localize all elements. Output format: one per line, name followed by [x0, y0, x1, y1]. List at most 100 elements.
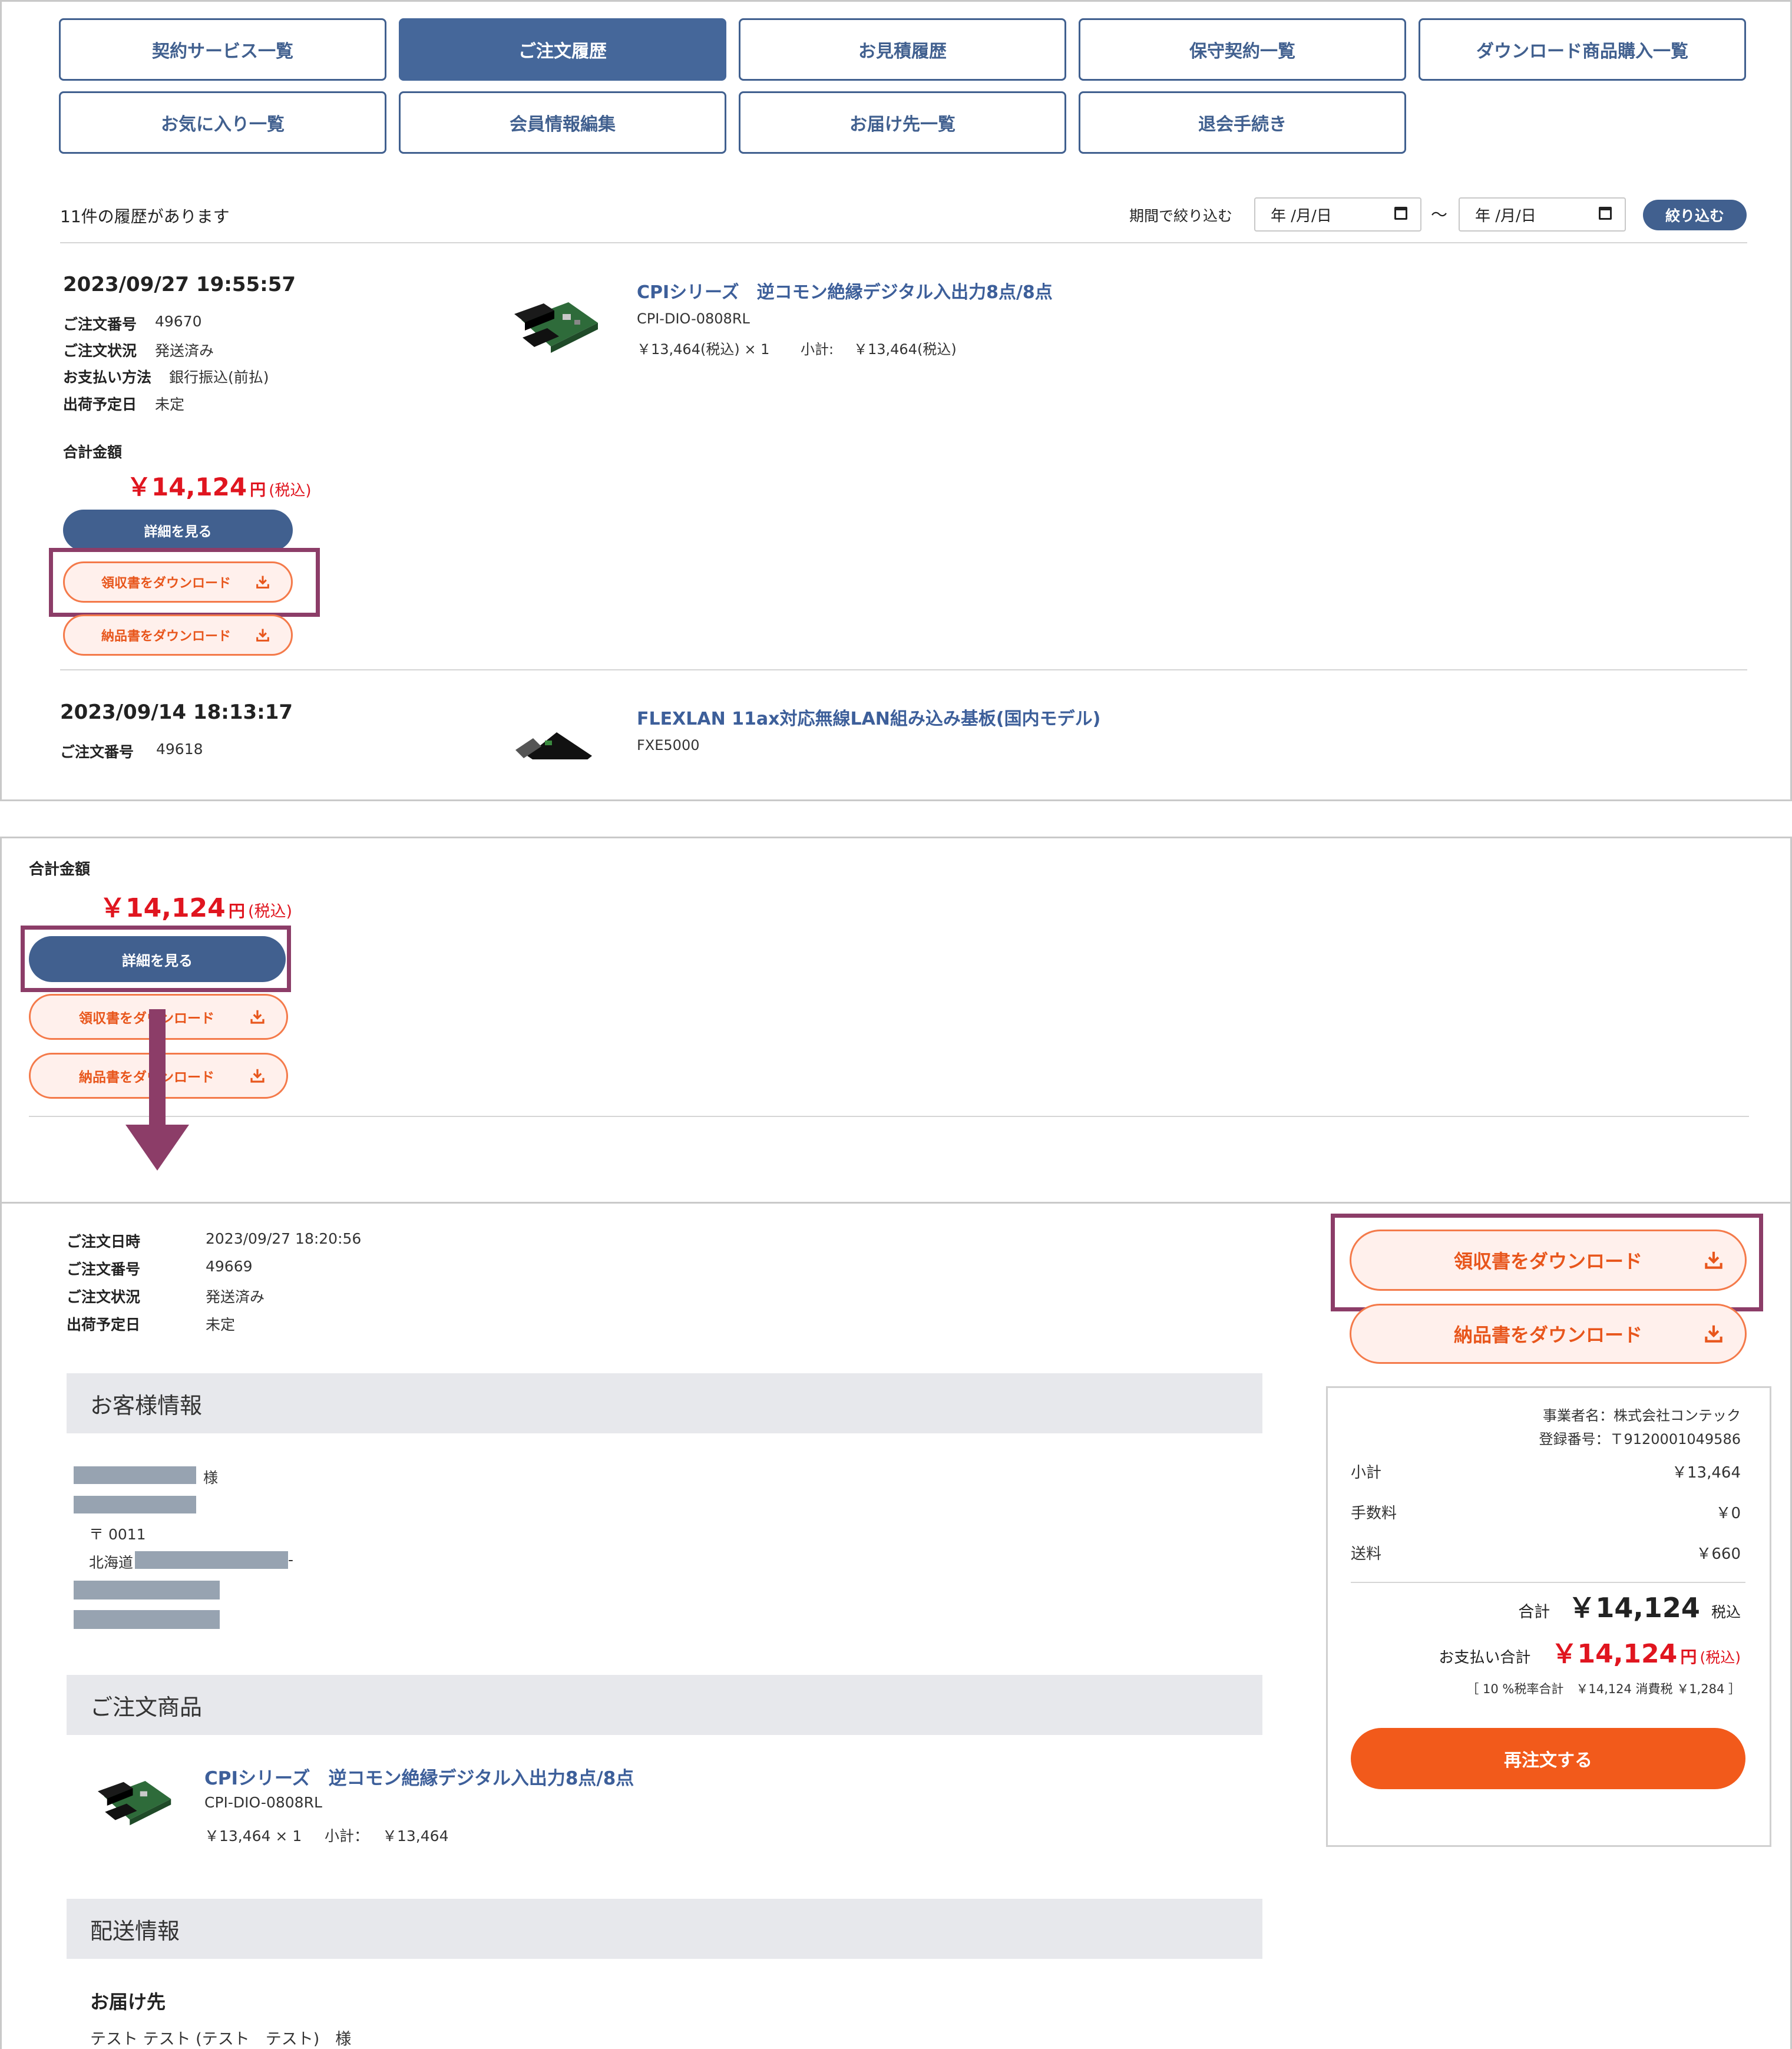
calendar-icon: [1599, 207, 1612, 220]
order-no-label: ご注文番号: [60, 743, 134, 761]
shipping-label: 送料: [1351, 1545, 1382, 1563]
divider: [1351, 1582, 1745, 1583]
order-datetime: 2023/09/27 19:55:57: [63, 273, 296, 296]
nav-order-history[interactable]: ご注文履歴: [399, 18, 726, 81]
payment-tax-included: (税込): [1700, 1649, 1741, 1666]
address-suffix: -: [288, 1551, 294, 1568]
product-code: CPI-DIO-0808RL: [204, 1794, 322, 1811]
ship-date-label: 出荷予定日: [63, 396, 137, 413]
download-icon: [256, 629, 269, 642]
payment-method-value: 銀行振込(前払): [169, 369, 269, 386]
total-amount-label: 合計金額: [29, 861, 91, 878]
history-count: 11件の履歴があります: [60, 207, 230, 226]
product-image: [98, 1781, 171, 1826]
order-status-value: 発送済み: [206, 1288, 265, 1306]
order-status-label: ご注文状況: [63, 342, 137, 359]
date-to-placeholder: 年 /月/日: [1475, 207, 1536, 225]
product-name-link[interactable]: CPIシリーズ 逆コモン絶縁デジタル入出力8点/8点: [637, 277, 1053, 303]
ordered-items-heading: ご注文商品: [67, 1675, 1262, 1735]
total-price: ￥14,124: [127, 472, 247, 501]
subtotal-label: 小計: [1351, 1464, 1382, 1482]
divider: [60, 669, 1747, 670]
subtotal-value: ￥13,464: [1672, 1464, 1741, 1482]
address-prefecture: 北海道: [89, 1554, 134, 1571]
ship-to-heading: お届け先: [90, 1991, 166, 2013]
download-icon: [250, 1010, 264, 1024]
ship-date-value: 未定: [155, 396, 185, 413]
order-status-label: ご注文状況: [67, 1288, 141, 1306]
divider: [60, 242, 1747, 243]
registration-number: 登録番号：Ｔ9120001049586: [1539, 1431, 1741, 1447]
delivery-info-heading: 配送情報: [67, 1899, 1262, 1959]
redacted-name: [74, 1466, 196, 1484]
delivery-note-download-label: 納品書をダウンロード: [101, 629, 231, 644]
nav-delivery-addresses[interactable]: お届け先一覧: [739, 91, 1066, 154]
total-amount: ￥14,124 円 (税込): [100, 887, 292, 924]
redacted-phone: [74, 1610, 220, 1629]
payment-total: お支払い合計 ￥14,124 円 (税込): [1439, 1632, 1741, 1670]
order-datetime-value: 2023/09/27 18:20:56: [206, 1230, 362, 1247]
order-no-label: ご注文番号: [63, 316, 137, 333]
total-amount-label: 合計金額: [63, 444, 123, 461]
receipt-highlight-frame: [1331, 1214, 1763, 1311]
nav-favorites[interactable]: お気に入り一覧: [59, 91, 386, 154]
grand-total-value: ￥14,124: [1568, 1592, 1700, 1624]
order-no-value: 49618: [156, 741, 203, 758]
divider: [29, 1116, 1749, 1117]
fee-label: 手数料: [1351, 1505, 1397, 1522]
payment-method-label: お支払い方法: [63, 369, 152, 386]
order-datetime: 2023/09/14 18:13:17: [60, 700, 293, 724]
grand-total-label: 合計: [1518, 1603, 1550, 1621]
customer-info-heading: お客様情報: [67, 1373, 1262, 1433]
date-from-placeholder: 年 /月/日: [1271, 207, 1332, 225]
order-no-value: 49669: [206, 1258, 253, 1275]
redacted-address-line2: [74, 1581, 220, 1599]
yen-unit: 円: [250, 481, 266, 500]
product-image: [514, 302, 598, 353]
order-history-panel: 契約サービス一覧 ご注文履歴 お見積履歴 保守契約一覧 ダウンロード商品購入一覧…: [0, 0, 1792, 801]
payment-total-label: お支払い合計: [1439, 1649, 1531, 1667]
view-detail-button[interactable]: 詳細を見る: [63, 510, 293, 551]
product-price-qty: ￥13,464 × 1: [204, 1827, 302, 1845]
ship-date-label: 出荷予定日: [67, 1316, 141, 1333]
payment-total-value: ￥14,124: [1551, 1639, 1678, 1669]
payment-yen-unit: 円: [1680, 1647, 1697, 1667]
fee-value: ￥0: [1715, 1505, 1741, 1522]
nav-maintenance-contracts[interactable]: 保守契約一覧: [1079, 18, 1406, 81]
product-name-link[interactable]: CPIシリーズ 逆コモン絶縁デジタル入出力8点/8点: [204, 1763, 634, 1790]
tax-included: (税込): [269, 482, 312, 500]
nav-contract-services[interactable]: 契約サービス一覧: [59, 18, 386, 81]
download-icon: [1705, 1325, 1722, 1343]
nav-withdrawal[interactable]: 退会手続き: [1079, 91, 1406, 154]
delivery-note-download-button[interactable]: 納品書をダウンロード: [63, 614, 293, 656]
tax-breakdown-note: ［ 10 %税率合計 ￥14,124 消費税 ￥1,284 ］: [1466, 1682, 1741, 1696]
date-to-input[interactable]: 年 /月/日: [1459, 197, 1626, 232]
grand-total-tax: 税込: [1711, 1604, 1741, 1621]
redacted-company: [74, 1496, 196, 1513]
calendar-icon: [1394, 207, 1407, 220]
filter-label: 期間で絞り込む: [1129, 207, 1233, 224]
product-name-link[interactable]: FLEXLAN 11ax対応無線LAN組み込み基板(国内モデル): [637, 704, 1100, 730]
product-price-qty: ￥13,464(税込) × 1: [637, 341, 770, 358]
product-subtotal-label: 小計：: [325, 1827, 369, 1845]
company-name: 事業者名：株式会社コンテック: [1543, 1407, 1741, 1424]
nav-quotation-history[interactable]: お見積履歴: [739, 18, 1066, 81]
delivery-note-download-label: 納品書をダウンロード: [1453, 1324, 1642, 1346]
order-status-value: 発送済み: [155, 342, 214, 359]
total-price: ￥14,124: [100, 893, 226, 923]
product-code: FXE5000: [637, 737, 700, 753]
redacted-address: [135, 1551, 288, 1569]
detail-highlight-frame: [21, 926, 291, 992]
date-from-input[interactable]: 年 /月/日: [1254, 197, 1421, 232]
nav-download-purchases[interactable]: ダウンロード商品購入一覧: [1419, 18, 1746, 81]
product-subtotal-label: 小計:: [801, 341, 834, 358]
product-image: [510, 715, 604, 759]
arrow-down-icon: [125, 1009, 189, 1171]
reorder-button[interactable]: 再注文する: [1351, 1728, 1745, 1789]
delivery-note-download-button[interactable]: 納品書をダウンロード: [1350, 1304, 1747, 1364]
product-subtotal: ￥13,464: [382, 1827, 449, 1845]
ship-date-value: 未定: [206, 1316, 236, 1333]
nav-member-info-edit[interactable]: 会員情報編集: [399, 91, 726, 154]
date-range-tilde: 〜: [1431, 205, 1448, 224]
filter-button[interactable]: 絞り込む: [1643, 200, 1747, 230]
